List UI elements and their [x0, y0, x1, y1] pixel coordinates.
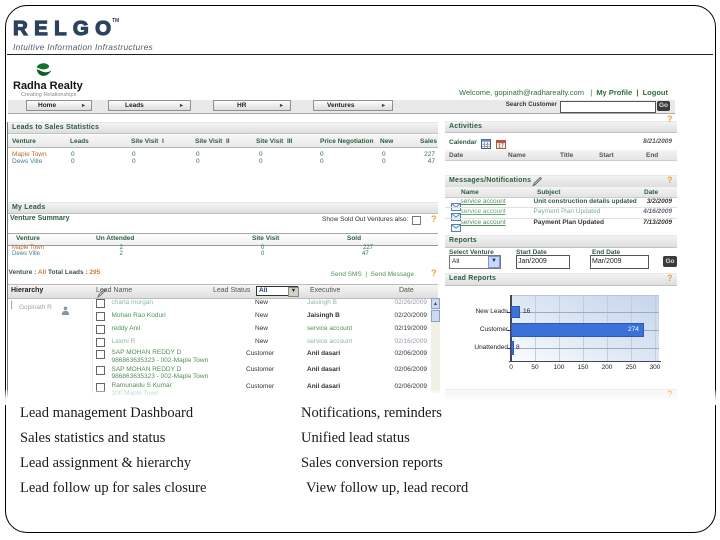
- svg-text:17: 17: [498, 143, 504, 149]
